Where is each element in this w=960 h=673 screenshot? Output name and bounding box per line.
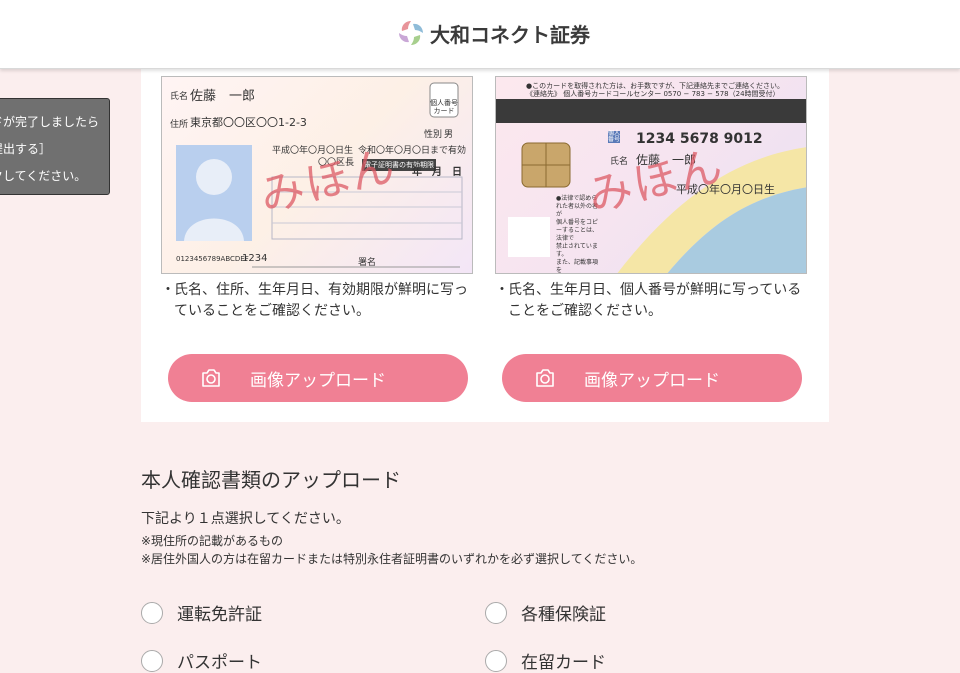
radio-drivers-license[interactable]: 運転免許証 bbox=[141, 600, 262, 625]
fine-print-line: 禁止されています。 bbox=[556, 243, 598, 258]
tooltip-line: ドが完了しましたら bbox=[0, 115, 100, 129]
front-date-header: 年 月 日 bbox=[412, 167, 462, 178]
radio-residence-card[interactable]: 在留カード bbox=[485, 648, 606, 673]
radio-label: 在留カード bbox=[521, 653, 606, 673]
camera-icon bbox=[202, 369, 220, 387]
camera-icon bbox=[536, 369, 554, 387]
section-instruction: 下記より１点選択してください。 bbox=[141, 511, 350, 527]
section-title: 本人確認書類のアップロード bbox=[141, 468, 401, 492]
back-note: ・ 氏名、生年月日、個人番号が鮮明に写っていることをご確認ください。 bbox=[495, 280, 805, 322]
front-name-label: 氏名 bbox=[170, 92, 189, 102]
back-note-text: 氏名、生年月日、個人番号が鮮明に写っていることをご確認ください。 bbox=[508, 282, 802, 319]
my-number-card-back-sample: ●このカードを取得された方は、お手数ですが、下記連絡先までご連絡ください。 《連… bbox=[495, 76, 807, 274]
info-tooltip: ドが完了しましたら 提出する］ クしてください。 bbox=[0, 98, 110, 195]
back-number-label: 個人番号 bbox=[608, 130, 621, 143]
radio-circle[interactable] bbox=[485, 601, 507, 624]
fine-print-line: 個人番号をコピーすることは、法律で bbox=[556, 219, 599, 242]
logo[interactable]: 大和コネクト証券 bbox=[396, 17, 590, 49]
tooltip-line: クしてください。 bbox=[0, 169, 87, 183]
radio-circle[interactable] bbox=[141, 601, 163, 624]
upload-front-label: 画像アップロード bbox=[250, 370, 386, 391]
front-pin: 1234 bbox=[242, 253, 268, 264]
bullet: ・ bbox=[161, 282, 175, 298]
bullet: ・ bbox=[495, 282, 509, 298]
section-sub-note-1: ※現住所の記載があるもの bbox=[141, 534, 284, 548]
section-sub-note-2: ※居住外国人の方は在留カードまたは特別永住者証明書のいずれかを必ず選択してくださ… bbox=[141, 552, 643, 566]
front-note-text: 氏名、住所、生年月日、有効期限が鮮明に写っていることをご確認ください。 bbox=[174, 282, 468, 319]
radio-passport[interactable]: パスポート bbox=[141, 648, 262, 673]
radio-label: 各種保険証 bbox=[521, 605, 606, 625]
front-badge: 個人番号カード bbox=[430, 99, 458, 115]
radio-circle[interactable] bbox=[485, 649, 507, 672]
logo-text: 大和コネクト証券 bbox=[430, 22, 590, 47]
front-signature: 署名 bbox=[358, 258, 377, 268]
radio-label: パスポート bbox=[177, 653, 262, 673]
front-address-label: 住所 bbox=[170, 120, 189, 130]
my-number-card-front-sample: 氏名 佐藤 一郎 住所 東京都〇〇区〇〇1-2-3 個人番号カード 性別 男 平… bbox=[161, 76, 473, 274]
front-number: 0123456789ABCDEF bbox=[176, 255, 249, 263]
upload-back-label: 画像アップロード bbox=[584, 370, 720, 391]
logo-mark-icon bbox=[399, 21, 423, 45]
upload-back-button[interactable]: 画像アップロード bbox=[502, 354, 802, 402]
tooltip-line: 提出する］ bbox=[0, 142, 52, 156]
front-sex-label: 性別 bbox=[424, 130, 443, 140]
app-header: 大和コネクト証券 bbox=[0, 0, 960, 69]
radio-label: 運転免許証 bbox=[177, 605, 262, 625]
front-note: ・ 氏名、住所、生年月日、有効期限が鮮明に写っていることをご確認ください。 bbox=[161, 280, 471, 322]
front-name: 佐藤 一郎 bbox=[190, 89, 256, 104]
radio-health-insurance[interactable]: 各種保険証 bbox=[485, 600, 606, 625]
back-contact: 《連絡先》 個人番号カードコールセンター 0570 − 783 − 578（24… bbox=[526, 90, 780, 98]
radio-circle[interactable] bbox=[141, 649, 163, 672]
fine-print-line: また、記載事項を bbox=[556, 259, 599, 274]
card-sample-panel: 氏名 佐藤 一郎 住所 東京都〇〇区〇〇1-2-3 個人番号カード 性別 男 平… bbox=[141, 68, 829, 422]
upload-front-button[interactable]: 画像アップロード bbox=[168, 354, 468, 402]
front-sex: 男 bbox=[444, 130, 454, 140]
front-address: 東京都〇〇区〇〇1-2-3 bbox=[190, 116, 307, 129]
